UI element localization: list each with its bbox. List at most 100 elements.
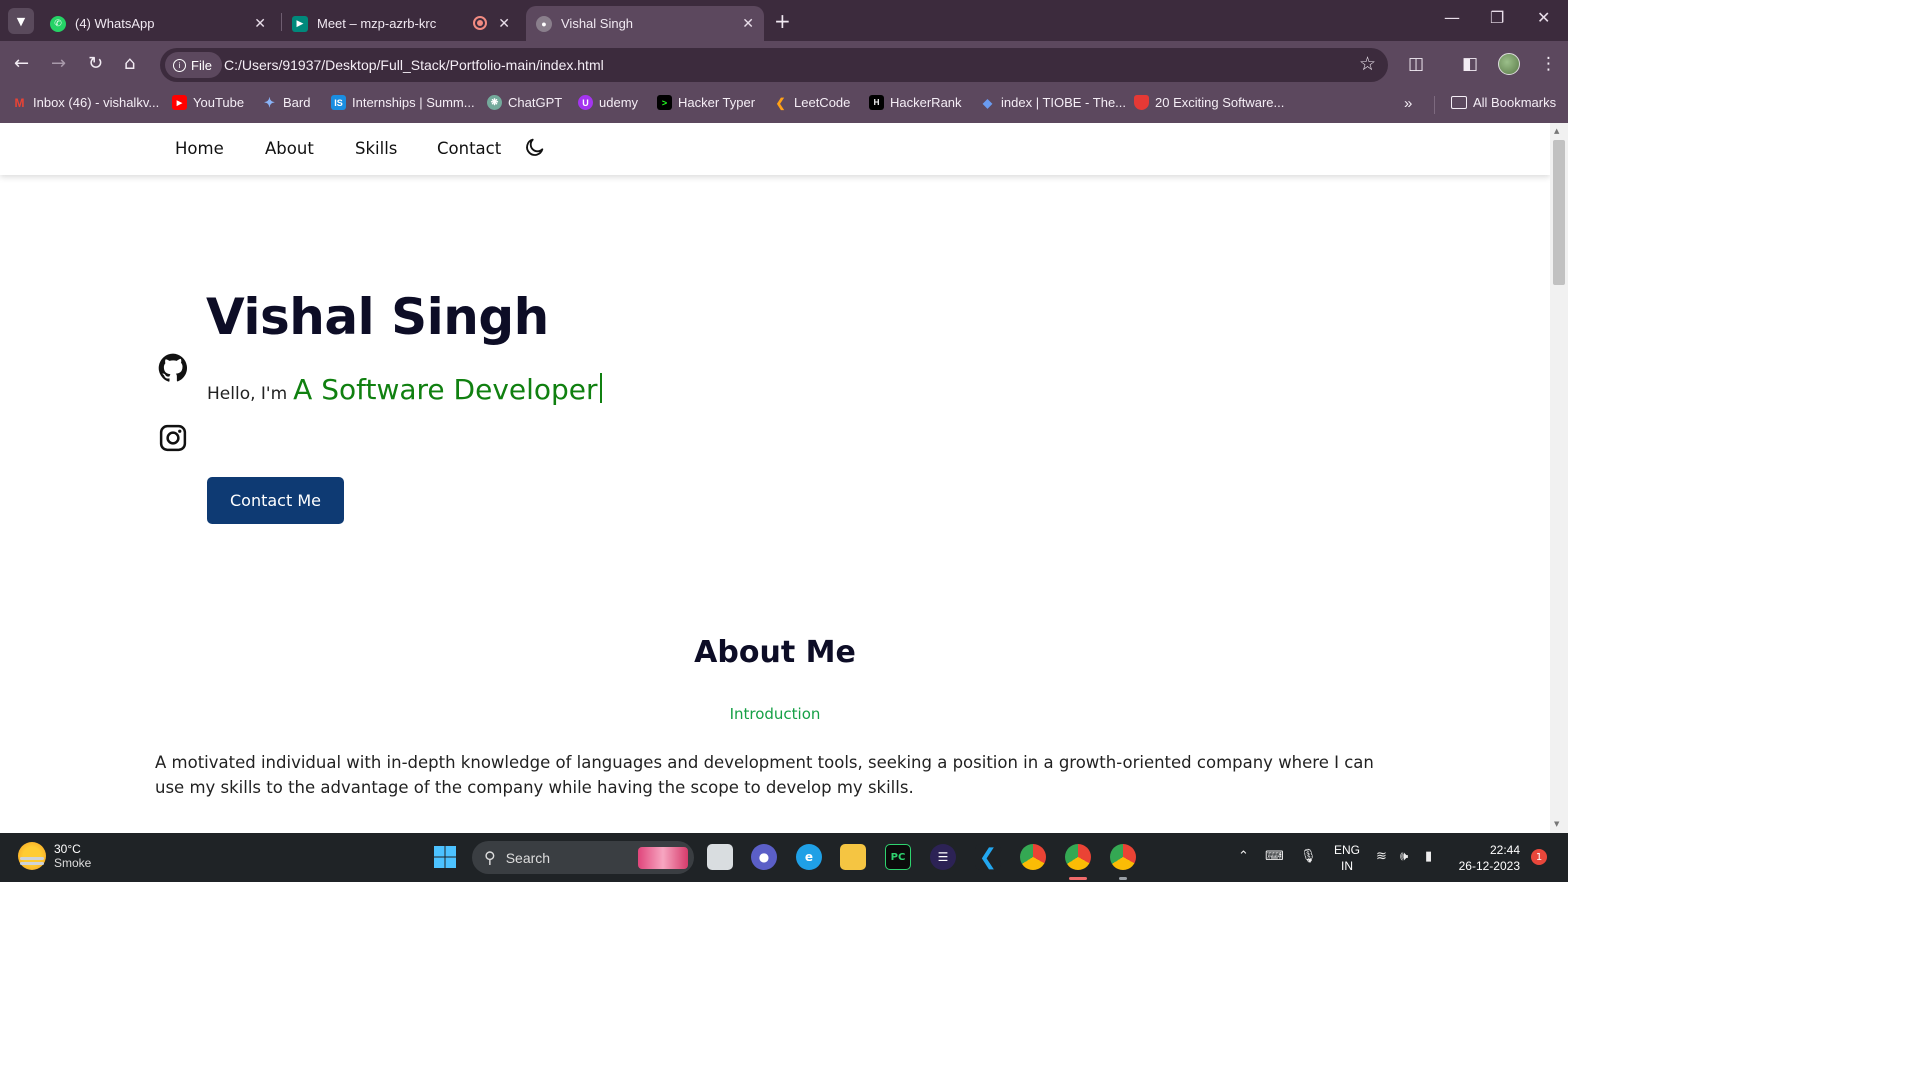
bookmark-bard[interactable]: ✦ Bard <box>262 94 311 111</box>
lang-code: ENG <box>1334 843 1361 857</box>
tab-whatsapp[interactable]: ✆ (4) WhatsApp ✕ <box>44 6 276 41</box>
terminal-icon: > <box>657 95 672 110</box>
search-highlight-icon <box>638 846 688 869</box>
clock-date: 26-12-2023 <box>1458 859 1520 873</box>
window-close-icon[interactable]: ✕ <box>1537 8 1550 27</box>
portfolio-page: Home About Skills Contact Vishal Singh H… <box>0 123 1550 833</box>
contact-me-button[interactable]: Contact Me <box>207 477 344 524</box>
close-icon[interactable]: ✕ <box>498 15 510 32</box>
bookmark-software[interactable]: 20 Exciting Software... <box>1134 95 1284 110</box>
bookmark-chatgpt[interactable]: ❋ ChatGPT <box>487 95 562 110</box>
taskbar-search[interactable]: ⚲ Search <box>472 841 694 874</box>
bookmark-label: udemy <box>599 95 639 110</box>
browser-toolbar: ← → ↻ ⌂ i File C:/Users/91937/Desktop/Fu… <box>0 41 1568 88</box>
github-icon[interactable] <box>158 353 188 383</box>
tab-search-chevron-icon[interactable]: ▼ <box>8 8 34 34</box>
folder-icon <box>1451 96 1467 109</box>
page-scrollbar[interactable]: ▲ ▼ <box>1550 123 1568 833</box>
bookmark-label: Internships | Summ... <box>352 95 475 110</box>
nav-link-about[interactable]: About <box>265 139 314 158</box>
bookmark-internships[interactable]: IS Internships | Summ... <box>331 95 475 110</box>
address-bar[interactable]: i File C:/Users/91937/Desktop/Full_Stack… <box>160 48 1388 82</box>
show-hidden-icons-chevron-icon[interactable]: ⌃ <box>1238 848 1249 864</box>
back-icon[interactable]: ← <box>14 53 29 74</box>
all-bookmarks-button[interactable]: All Bookmarks <box>1451 95 1556 110</box>
scroll-down-arrow-icon[interactable]: ▼ <box>1554 820 1559 828</box>
minimize-icon[interactable]: — <box>1444 8 1460 27</box>
forward-icon[interactable]: → <box>51 53 66 74</box>
bookmark-udemy[interactable]: U udemy <box>578 95 638 110</box>
notification-badge[interactable]: 1 <box>1531 849 1547 865</box>
new-tab-button[interactable]: + <box>774 9 791 33</box>
site-info-chip[interactable]: i File <box>165 52 222 78</box>
search-icon: ⚲ <box>484 849 496 867</box>
teams-chat-icon[interactable]: ● <box>751 844 777 870</box>
profile-avatar[interactable] <box>1498 53 1520 75</box>
url-text[interactable]: C:/Users/91937/Desktop/Full_Stack/Portfo… <box>224 57 604 73</box>
tab-title: (4) WhatsApp <box>75 16 155 31</box>
wifi-icon[interactable]: ≋ <box>1376 848 1387 864</box>
gmail-icon: M <box>14 95 25 110</box>
battery-icon[interactable]: ▮ <box>1425 848 1432 864</box>
clock-time: 22:44 <box>1489 843 1520 857</box>
tab-title: Meet – mzp-azrb-krc <box>317 16 437 31</box>
microphone-icon[interactable]: 🎙 <box>1300 848 1317 864</box>
file-explorer-icon[interactable] <box>840 844 866 870</box>
nav-link-skills[interactable]: Skills <box>355 139 397 158</box>
edge-icon[interactable]: e <box>796 844 822 870</box>
close-icon[interactable]: ✕ <box>742 15 754 32</box>
chrome-profile-active-icon[interactable] <box>1065 844 1091 870</box>
bookmark-label: Bard <box>283 95 311 110</box>
tab-meet[interactable]: ▶ Meet – mzp-azrb-krc ✕ <box>288 6 520 41</box>
language-indicator[interactable]: ENG IN <box>1334 842 1360 874</box>
instagram-icon[interactable] <box>158 423 188 453</box>
side-panel-icon[interactable]: ◧ <box>1462 54 1478 74</box>
bookmark-gmail[interactable]: M Inbox (46) - vishalkv... <box>12 95 160 110</box>
about-heading: About Me <box>694 635 856 670</box>
bookmark-leetcode[interactable]: ❮ LeetCode <box>773 95 850 110</box>
bookmark-hackerrank[interactable]: H HackerRank <box>869 95 962 110</box>
chrome-profile-2-icon[interactable] <box>1110 844 1136 870</box>
bookmark-label: index | TIOBE - The... <box>1001 95 1127 110</box>
restore-icon[interactable]: ❐ <box>1490 8 1504 27</box>
bookmark-hacker-typer[interactable]: > Hacker Typer <box>657 95 755 110</box>
greeting-text: Hello, I'm <box>207 384 288 404</box>
eclipse-icon[interactable]: ☰ <box>930 844 956 870</box>
dark-mode-moon-icon[interactable] <box>524 136 546 158</box>
bookmark-star-icon[interactable]: ☆ <box>1359 53 1376 75</box>
scrollbar-thumb[interactable] <box>1553 140 1565 285</box>
extensions-icon[interactable]: ◫ <box>1408 54 1424 74</box>
keyboard-icon[interactable]: ⌨ <box>1265 848 1284 864</box>
bookmark-label: Inbox (46) - vishalkv... <box>33 95 160 110</box>
windows-taskbar: 30°C Smoke ⚲ Search ● e PC ☰ ❮ ⌃ ⌨ 🎙 ENG… <box>0 833 1568 882</box>
more-bookmarks-chevron-icon[interactable]: » <box>1404 95 1412 112</box>
vscode-icon[interactable]: ❮ <box>975 844 1001 870</box>
about-subtitle: Introduction <box>729 705 821 723</box>
site-header: Home About Skills Contact <box>0 123 1550 175</box>
bookmark-tiobe[interactable]: ◆ index | TIOBE - The... <box>980 95 1126 110</box>
nav-link-home[interactable]: Home <box>175 139 224 158</box>
close-icon[interactable]: ✕ <box>254 15 266 32</box>
running-app-indicator <box>1119 877 1127 880</box>
task-view-icon[interactable] <box>707 844 733 870</box>
nav-link-contact[interactable]: Contact <box>437 139 501 158</box>
hackerrank-icon: H <box>869 95 884 110</box>
udemy-icon: U <box>578 95 593 110</box>
bard-icon: ✦ <box>264 94 275 110</box>
scroll-up-arrow-icon[interactable]: ▲ <box>1554 127 1559 135</box>
windows-start-icon[interactable] <box>432 844 458 870</box>
weather-sun-icon <box>18 842 46 870</box>
weather-widget[interactable]: 30°C Smoke <box>18 842 91 870</box>
search-label: Search <box>505 849 551 866</box>
home-icon[interactable]: ⌂ <box>124 53 135 74</box>
tab-vishal-singh[interactable]: ● Vishal Singh ✕ <box>526 6 764 41</box>
pycharm-icon[interactable]: PC <box>885 844 911 870</box>
chrome-icon[interactable] <box>1020 844 1046 870</box>
about-paragraph: A motivated individual with in-depth kno… <box>155 753 1374 797</box>
bookmark-youtube[interactable]: ▶ YouTube <box>172 95 244 110</box>
system-clock[interactable]: 22:44 26-12-2023 <box>1458 842 1520 874</box>
leetcode-icon: ❮ <box>775 95 786 110</box>
menu-kebab-icon[interactable]: ⋮ <box>1540 54 1557 74</box>
reload-icon[interactable]: ↻ <box>88 53 103 74</box>
volume-icon[interactable]: 🕪 <box>1400 848 1408 864</box>
